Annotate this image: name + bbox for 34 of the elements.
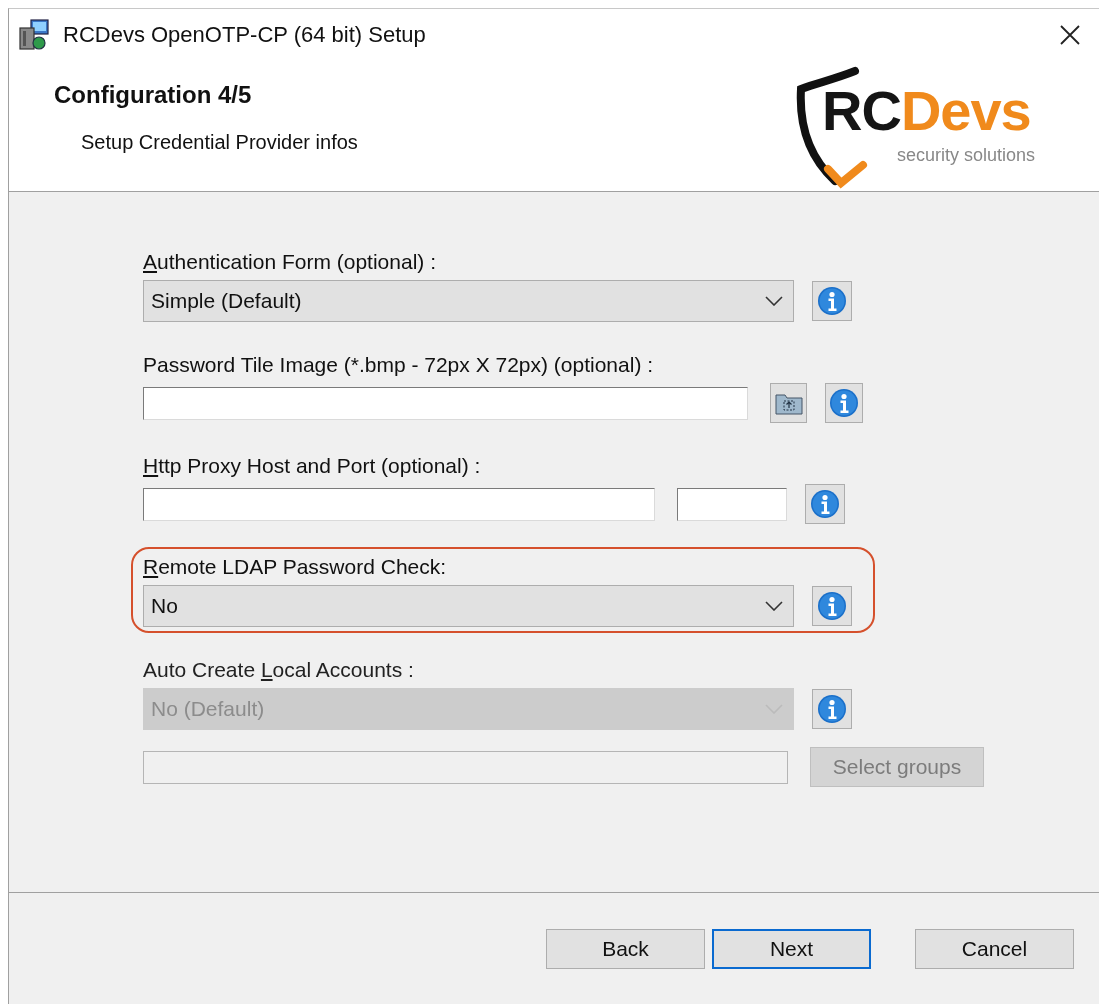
info-icon — [829, 388, 860, 418]
field-label: Password Tile Image (*.bmp - 72px X 72px) (optional) : — [143, 353, 655, 377]
dropdown[interactable]: Simple (Default) — [143, 280, 794, 322]
info-icon — [817, 694, 847, 724]
info-button[interactable] — [812, 586, 852, 626]
field-label: Authentication Form (optional) : — [143, 250, 437, 274]
info-button[interactable] — [812, 689, 852, 729]
logo-wordmark: RCDevs — [822, 83, 1031, 139]
wizard-button[interactable]: Back — [546, 929, 705, 969]
info-icon — [810, 489, 840, 519]
wizard-button[interactable]: Next — [712, 929, 871, 969]
wizard-button[interactable]: Cancel — [915, 929, 1074, 969]
info-icon — [817, 591, 847, 621]
close-icon — [1059, 24, 1081, 46]
file-path-field[interactable] — [143, 386, 748, 420]
info-icon — [817, 286, 847, 316]
dropdown[interactable]: No — [143, 585, 794, 627]
chevron-down-icon — [765, 296, 783, 306]
logo-tagline: security solutions — [897, 145, 1036, 166]
info-button[interactable] — [825, 383, 863, 423]
chevron-down-icon — [765, 601, 783, 611]
info-button[interactable] — [812, 281, 852, 321]
browse-button[interactable] — [769, 383, 808, 423]
field-label: Remote LDAP Password Check: — [143, 555, 448, 579]
info-button[interactable] — [805, 484, 845, 524]
window-title: RCDevs OpenOTP-CP (64 bit) Setup — [63, 22, 426, 48]
field-label: Http Proxy Host and Port (optional) : — [143, 454, 482, 478]
field-label: Auto Create Local Accounts : — [143, 658, 415, 682]
page-subtitle: Setup Credential Provider infos — [81, 131, 358, 154]
page-title: Configuration 4/5 — [54, 81, 253, 109]
port-field[interactable] — [677, 487, 787, 521]
installer-icon — [17, 18, 51, 52]
folder-icon — [774, 391, 803, 415]
host-field[interactable] — [143, 487, 655, 521]
